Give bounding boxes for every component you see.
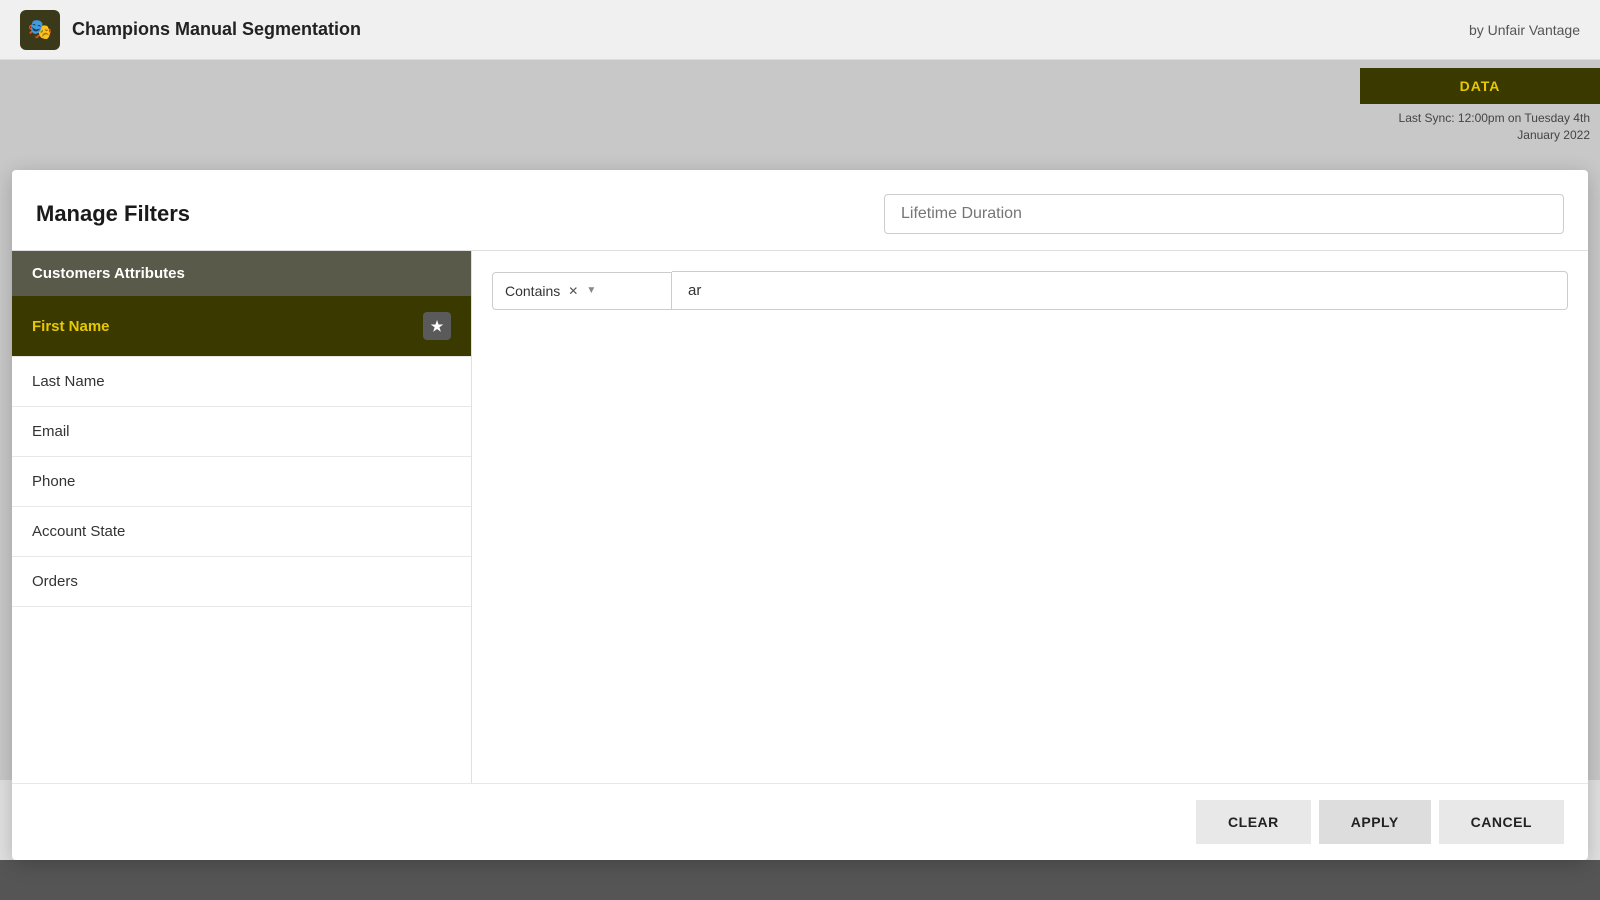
- star-badge-first-name: ★: [423, 312, 451, 340]
- modal-footer: CLEAR APPLY CANCEL: [12, 783, 1588, 860]
- sidebar-item-email[interactable]: Email: [12, 407, 471, 457]
- data-area: DATA Last Sync: 12:00pm on Tuesday 4th J…: [1360, 68, 1600, 152]
- condition-row: Contains ✕ ▼: [492, 271, 1568, 310]
- sidebar-item-phone[interactable]: Phone: [12, 457, 471, 507]
- clear-button[interactable]: CLEAR: [1196, 800, 1311, 844]
- condition-dropdown-icon[interactable]: ▼: [586, 285, 596, 296]
- manage-filters-modal: Manage Filters Customers Attributes Firs…: [12, 170, 1588, 860]
- category-header: Customers Attributes: [12, 251, 471, 296]
- apply-button[interactable]: APPLY: [1319, 800, 1431, 844]
- bg-table-row: [0, 860, 1600, 900]
- app-title: Champions Manual Segmentation: [72, 19, 361, 40]
- modal-header: Manage Filters: [12, 170, 1588, 251]
- top-bar: 🎭 Champions Manual Segmentation by Unfai…: [0, 0, 1600, 60]
- condition-clear-icon[interactable]: ✕: [568, 284, 578, 298]
- cancel-button[interactable]: CANCEL: [1439, 800, 1564, 844]
- sidebar-item-label-email: Email: [32, 423, 70, 440]
- modal-body: Customers Attributes First Name ★ Last N…: [12, 251, 1588, 783]
- sidebar-item-label-phone: Phone: [32, 473, 75, 490]
- sidebar-item-last-name[interactable]: Last Name: [12, 357, 471, 407]
- sidebar-item-account-state[interactable]: Account State: [12, 507, 471, 557]
- sidebar-item-orders[interactable]: Orders: [12, 557, 471, 607]
- sidebar-item-first-name[interactable]: First Name ★: [12, 296, 471, 357]
- byline: by Unfair Vantage: [1469, 22, 1580, 38]
- sidebar-item-label-orders: Orders: [32, 573, 78, 590]
- modal-title: Manage Filters: [36, 201, 190, 227]
- condition-operator-label: Contains: [505, 283, 560, 299]
- filter-sidebar: Customers Attributes First Name ★ Last N…: [12, 251, 472, 783]
- sidebar-item-label-first-name: First Name: [32, 318, 110, 335]
- app-brand: 🎭 Champions Manual Segmentation: [20, 10, 361, 50]
- last-sync-text: Last Sync: 12:00pm on Tuesday 4th Januar…: [1360, 104, 1600, 144]
- condition-value-input[interactable]: [672, 271, 1568, 310]
- condition-operator-select[interactable]: Contains ✕ ▼: [492, 272, 672, 310]
- sidebar-item-label-account-state: Account State: [32, 523, 125, 540]
- filter-name-input[interactable]: [884, 194, 1564, 234]
- sidebar-item-label-last-name: Last Name: [32, 373, 105, 390]
- app-logo: 🎭: [20, 10, 60, 50]
- filter-content: Contains ✕ ▼: [472, 251, 1588, 783]
- data-button[interactable]: DATA: [1360, 68, 1600, 104]
